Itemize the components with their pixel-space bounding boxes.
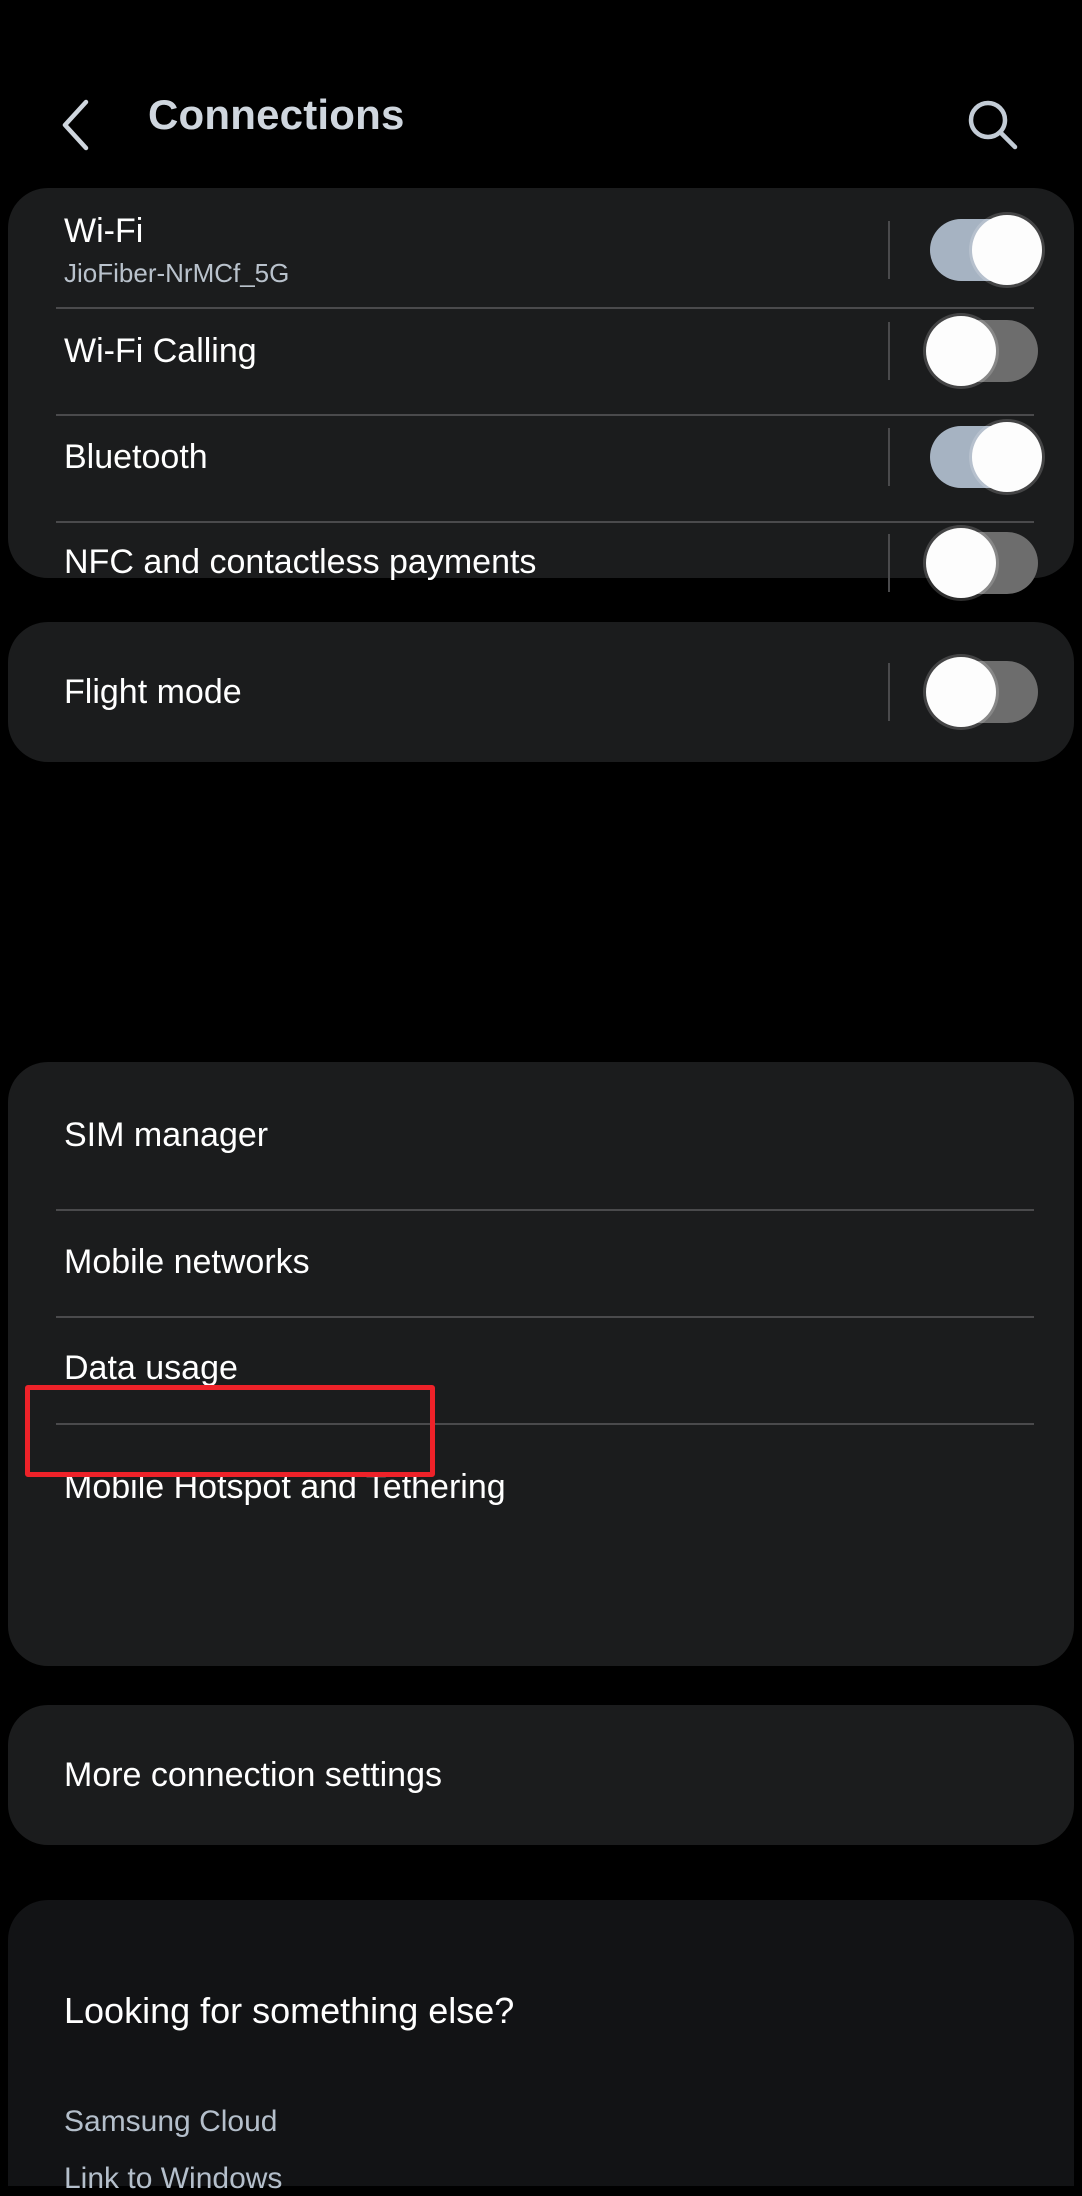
row-wifi-title: Wi-Fi <box>64 211 144 250</box>
chevron-left-icon[interactable] <box>40 88 114 162</box>
row-mobile-hotspot-title: Mobile Hotspot and Tethering <box>64 1468 506 1506</box>
mobile-card: SIM manager Mobile networks Data usage M… <box>8 1062 1074 1666</box>
row-bluetooth-texts: Bluetooth <box>64 437 888 476</box>
row-sim-manager-texts: SIM manager <box>64 1117 1038 1154</box>
row-bluetooth-toggle-wrap <box>888 422 1042 492</box>
more-settings-card: More connection settings <box>8 1705 1074 1845</box>
toggle-knob <box>926 527 996 598</box>
toggle-knob <box>972 422 1042 492</box>
bluetooth-toggle[interactable] <box>930 422 1042 492</box>
row-nfc-and-contactless-payments[interactable]: NFC and contactless payments <box>8 510 1074 615</box>
flight-mode-toggle[interactable] <box>926 657 1038 727</box>
wifi-calling-toggle[interactable] <box>926 316 1038 386</box>
link-samsung-cloud[interactable]: Samsung Cloud <box>64 2105 277 2139</box>
toggle-knob <box>926 657 996 727</box>
page-title: Connections <box>148 91 405 138</box>
row-wifi-calling-title: Wi-Fi Calling <box>64 331 257 370</box>
toggle-divider <box>888 663 890 721</box>
row-wifi-calling[interactable]: Wi-Fi Calling <box>8 298 1074 404</box>
row-nfc-texts: NFC and contactless payments <box>64 544 888 581</box>
toggle-knob <box>926 316 996 386</box>
row-wifi-texts: Wi-Fi JioFiber-NrMCf_5G <box>64 213 888 287</box>
toggle-divider <box>888 322 890 380</box>
row-more-connection-settings-texts: More connection settings <box>64 1755 1038 1794</box>
row-flight-mode[interactable]: Flight mode <box>8 622 1074 762</box>
toggle-knob <box>972 215 1042 285</box>
app-header: Connections <box>0 0 1082 186</box>
link-link-to-windows[interactable]: Link to Windows <box>64 2162 282 2196</box>
row-bluetooth-title: Bluetooth <box>64 437 208 476</box>
toggle-divider <box>888 428 890 486</box>
wireless-card: Wi-Fi JioFiber-NrMCf_5G Wi-Fi Calling Bl… <box>8 188 1074 598</box>
flight-mode-card: Flight mode <box>8 622 1074 762</box>
row-sim-manager[interactable]: SIM manager <box>8 1062 1074 1209</box>
row-data-usage-title: Data usage <box>64 1348 238 1387</box>
row-mobile-hotspot-texts: Mobile Hotspot and Tethering <box>64 1469 1038 1506</box>
row-wifi-toggle-wrap <box>888 215 1042 285</box>
row-wifi-calling-texts: Wi-Fi Calling <box>64 331 888 370</box>
toggle-divider <box>888 533 890 592</box>
row-more-connection-settings-title: More connection settings <box>64 1755 442 1794</box>
footer-heading: Looking for something else? <box>64 1990 515 2031</box>
toggle-divider <box>888 221 890 279</box>
row-mobile-networks[interactable]: Mobile networks <box>8 1209 1074 1315</box>
row-nfc-toggle-wrap <box>888 527 1038 598</box>
search-icon[interactable] <box>958 90 1028 160</box>
wifi-toggle[interactable] <box>930 215 1042 285</box>
row-flight-mode-toggle-wrap <box>888 657 1038 727</box>
row-nfc-title: NFC and contactless payments <box>64 543 537 582</box>
looking-for-something-else-card: Looking for something else? Samsung Clou… <box>8 1900 1074 2195</box>
row-flight-mode-texts: Flight mode <box>64 672 888 711</box>
row-flight-mode-title: Flight mode <box>64 672 242 711</box>
nfc-toggle[interactable] <box>926 527 1038 598</box>
row-mobile-hotspot-and-tethering[interactable]: Mobile Hotspot and Tethering <box>8 1421 1074 1664</box>
row-mobile-networks-texts: Mobile networks <box>64 1242 1038 1281</box>
row-more-connection-settings[interactable]: More connection settings <box>8 1705 1074 1845</box>
row-wifi-subtitle: JioFiber-NrMCf_5G <box>64 257 290 288</box>
row-wifi-calling-toggle-wrap <box>888 316 1038 386</box>
row-mobile-networks-title: Mobile networks <box>64 1242 310 1281</box>
row-data-usage[interactable]: Data usage <box>8 1315 1074 1421</box>
row-bluetooth[interactable]: Bluetooth <box>8 404 1074 510</box>
row-wifi[interactable]: Wi-Fi JioFiber-NrMCf_5G <box>8 188 1074 298</box>
connections-settings-screen: Connections Wi-Fi JioFiber-NrMCf_5G Wi-F… <box>0 0 1082 2195</box>
row-data-usage-texts: Data usage <box>64 1348 1038 1387</box>
row-sim-manager-title: SIM manager <box>64 1116 269 1155</box>
